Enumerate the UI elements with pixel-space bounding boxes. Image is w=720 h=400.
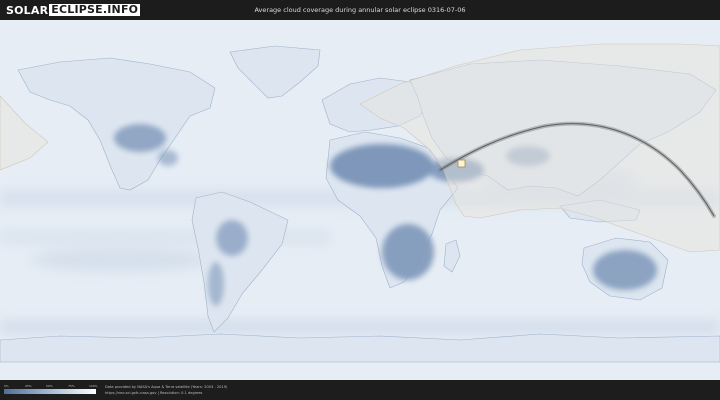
legend-tick: 0% — [4, 384, 9, 388]
cloud-coverage-map[interactable] — [0, 20, 720, 380]
data-source-link[interactable]: https://neo.sci.gsfc.nasa.gov | Resoluti… — [105, 391, 202, 395]
antarctica — [0, 333, 720, 363]
top-bar: SOLAR ECLIPSE.INFO Average cloud coverag… — [0, 0, 720, 20]
legend-tick: 75% — [68, 384, 75, 388]
legend-tick: 50% — [46, 384, 53, 388]
legend-tick: 100% — [89, 384, 98, 388]
data-credit: Data provided by NASA's Aqua & Terra sat… — [105, 385, 228, 389]
page-title: Average cloud coverage during annular so… — [254, 6, 466, 14]
legend-tick: 25% — [25, 384, 32, 388]
legend-color-bar — [4, 389, 96, 394]
footer: 0% 25% 50% 75% 100% Data provided by NAS… — [0, 380, 720, 400]
greatest-eclipse-marker — [457, 159, 466, 168]
